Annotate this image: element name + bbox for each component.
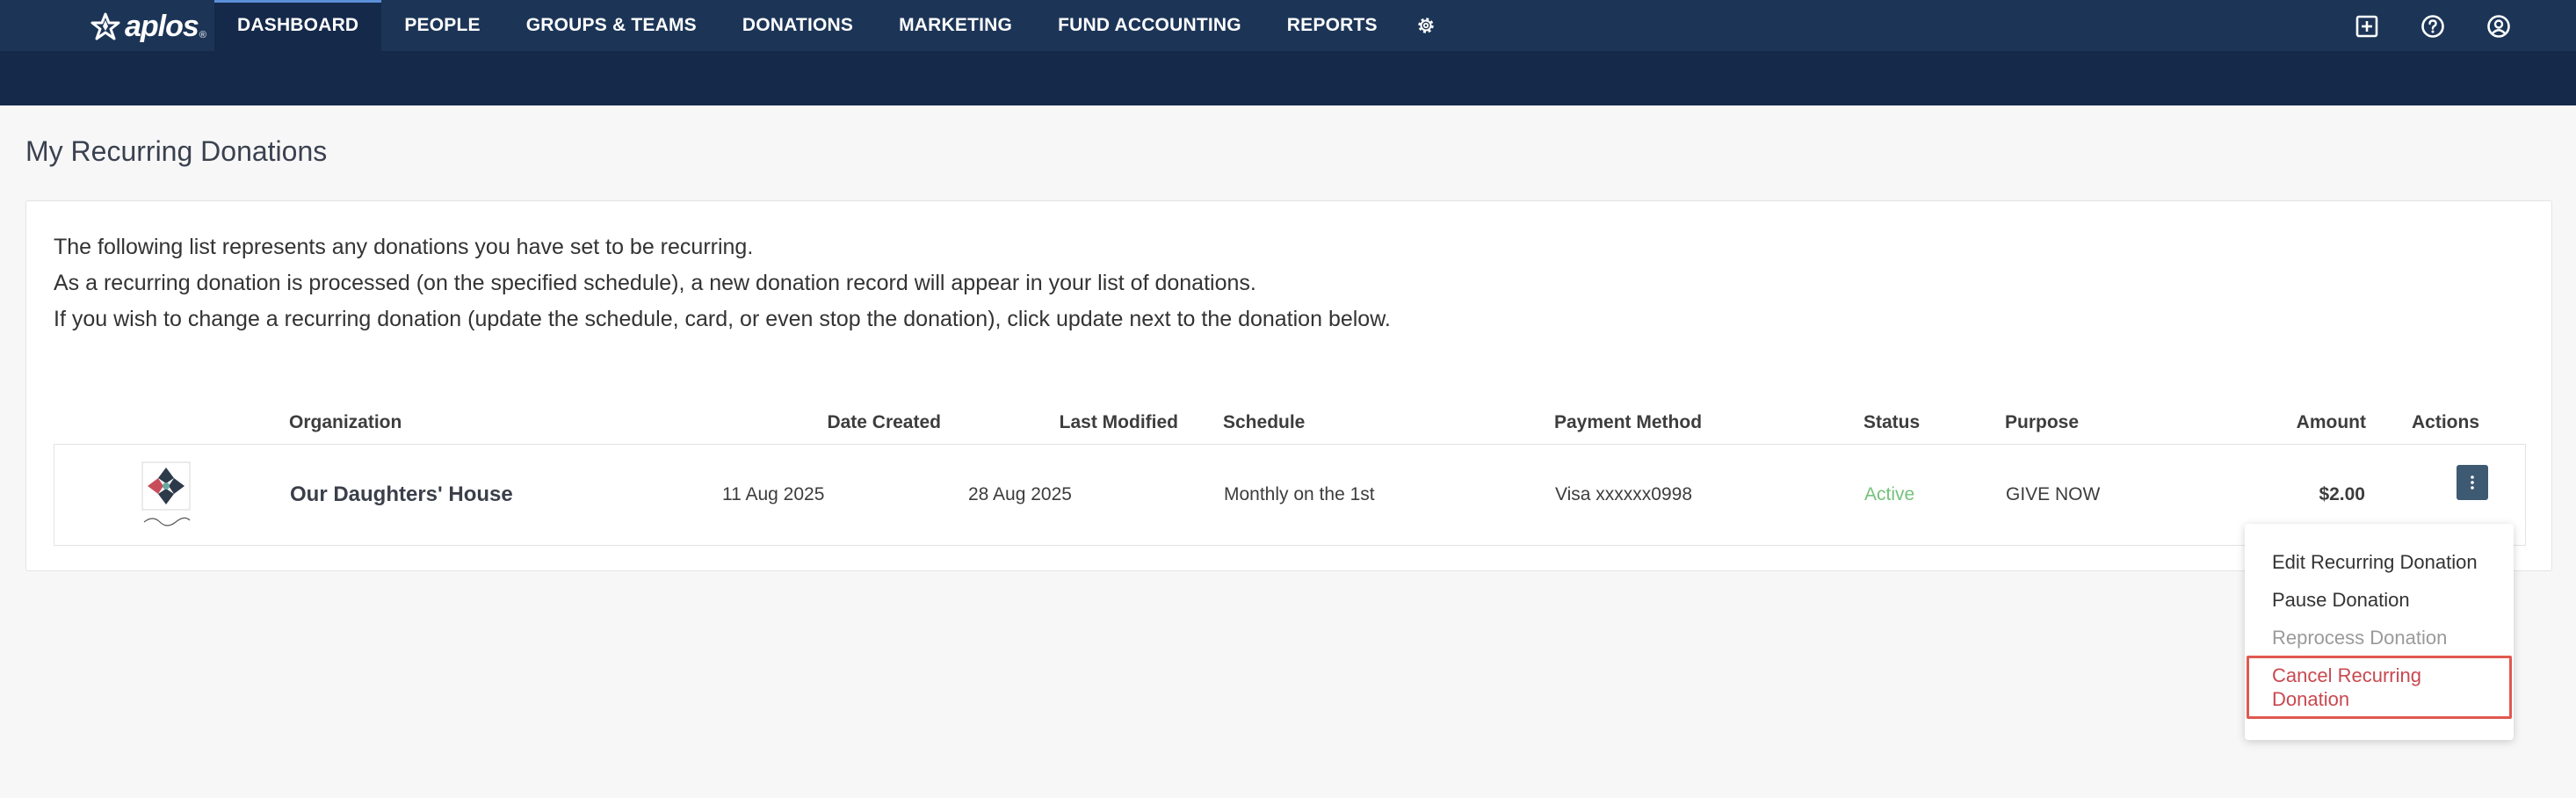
organization-name: Our Daughters' House: [290, 482, 513, 506]
menu-reprocess-donation: Reprocess Donation: [2272, 627, 2448, 649]
purpose: GIVE NOW: [2006, 484, 2101, 504]
nav-reports[interactable]: REPORTS: [1264, 0, 1400, 51]
page-title: My Recurring Donations: [25, 135, 328, 167]
header-payment-method[interactable]: Payment Method: [1554, 402, 1702, 444]
header-last-modified[interactable]: Last Modified: [1060, 402, 1178, 444]
gear-icon: [1418, 18, 1434, 33]
logo-text: aplos: [125, 10, 199, 43]
actions-dropdown-menu: Edit Recurring Donation Pause Donation R…: [2245, 524, 2514, 740]
table-row: Our Daughters' House 11 Aug 2025 28 Aug …: [54, 444, 2526, 546]
menu-pause-donation[interactable]: Pause Donation: [2272, 588, 2410, 613]
row-actions-button[interactable]: [2457, 465, 2488, 500]
plus-square-icon[interactable]: [2355, 14, 2379, 39]
intro-line: The following list represents any donati…: [54, 235, 754, 259]
help-circle-icon[interactable]: [2420, 14, 2445, 39]
nav-groups-teams[interactable]: GROUPS & TEAMS: [503, 0, 720, 51]
organization-logo: [132, 457, 200, 533]
aplos-logo-icon: [90, 12, 120, 40]
menu-edit-recurring-donation[interactable]: Edit Recurring Donation: [2272, 550, 2478, 575]
status-badge: Active: [1864, 484, 1915, 504]
date-created: 11 Aug 2025: [722, 484, 825, 504]
main-nav: DASHBOARD PEOPLE GROUPS & TEAMS DONATION…: [214, 0, 1451, 51]
payment-method: Visa xxxxxx0998: [1555, 484, 1693, 504]
logo-registered-mark: ®: [199, 30, 206, 40]
last-modified: 28 Aug 2025: [968, 484, 1072, 504]
nav-fund-accounting[interactable]: FUND ACCOUNTING: [1035, 0, 1264, 51]
nav-settings[interactable]: [1400, 0, 1451, 51]
sub-header-bar: [0, 51, 2576, 105]
user-circle-icon[interactable]: [2486, 14, 2511, 39]
aplos-logo[interactable]: aplos ®: [88, 10, 206, 43]
header-purpose[interactable]: Purpose: [2005, 402, 2079, 444]
header-amount[interactable]: Amount: [2297, 402, 2366, 444]
nav-donations[interactable]: DONATIONS: [720, 0, 876, 51]
nav-people[interactable]: PEOPLE: [381, 0, 503, 51]
nav-dashboard[interactable]: DASHBOARD: [214, 0, 382, 51]
header-status[interactable]: Status: [1863, 402, 1920, 444]
more-vertical-icon: [2471, 475, 2474, 490]
recurring-donations-card: The following list represents any donati…: [25, 200, 2552, 571]
intro-text: The following list represents any donati…: [54, 229, 1391, 337]
header-organization[interactable]: Organization: [289, 402, 402, 444]
table-header: Organization Date Created Last Modified …: [54, 402, 2526, 444]
nav-marketing[interactable]: MARKETING: [876, 0, 1035, 51]
menu-cancel-recurring-donation[interactable]: Cancel Recurring Donation: [2247, 656, 2512, 719]
intro-line: As a recurring donation is processed (on…: [54, 271, 1256, 295]
header-schedule[interactable]: Schedule: [1223, 402, 1305, 444]
intro-line: If you wish to change a recurring donati…: [54, 307, 1391, 331]
header-actions: Actions: [2412, 412, 2480, 432]
header-date-created[interactable]: Date Created: [827, 402, 941, 444]
schedule: Monthly on the 1st: [1224, 484, 1375, 504]
